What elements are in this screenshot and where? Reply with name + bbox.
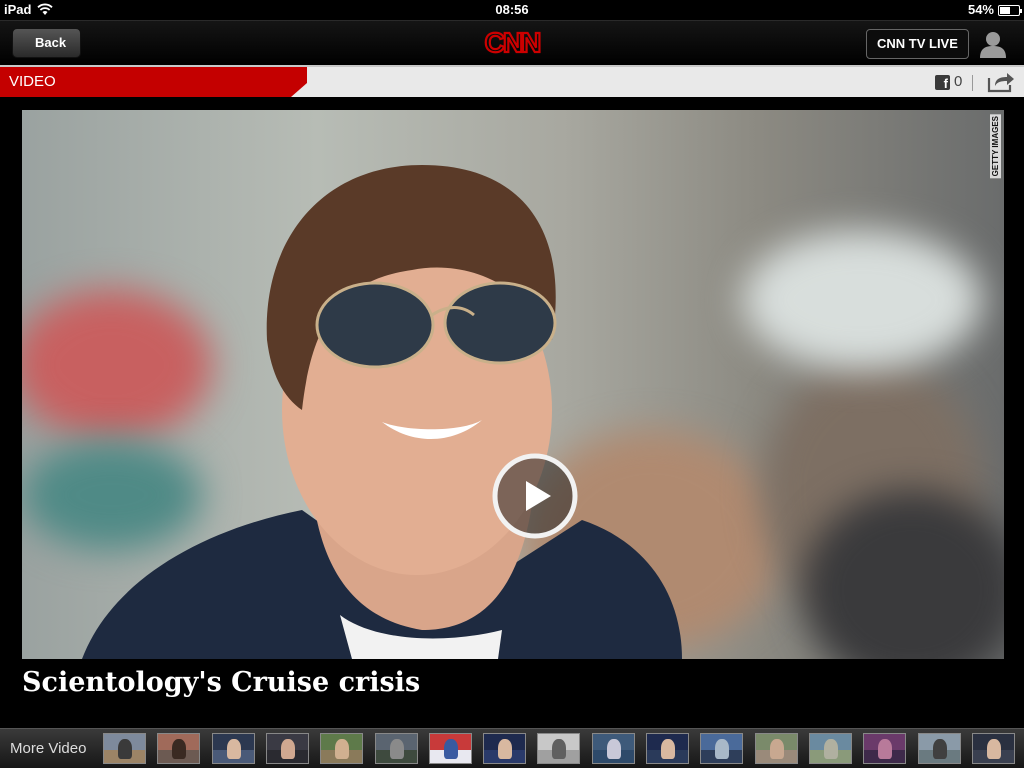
thumbnail-image-part: [986, 739, 1001, 759]
thumbnail-image-part: [118, 739, 132, 759]
thumbnail-image-part: [661, 739, 675, 759]
video-thumbnail-figure: [82, 165, 682, 659]
video-thumbnail[interactable]: [591, 733, 635, 764]
video-thumbnail[interactable]: [754, 733, 798, 764]
thumbnail-image-part: [389, 739, 404, 759]
thumbnail-image-part: [172, 739, 187, 759]
play-icon[interactable]: [491, 452, 579, 540]
section-bar: VIDEO f 0: [0, 65, 1024, 97]
thumbnail-image-part: [226, 739, 241, 759]
thumbnail-image-part: [715, 739, 730, 759]
video-thumbnail[interactable]: [320, 733, 364, 764]
video-thumbnail[interactable]: [157, 733, 201, 764]
battery-icon: [998, 5, 1022, 16]
more-video-label: More Video: [10, 740, 87, 757]
photo-credit: GETTY IMAGES: [990, 114, 1001, 179]
back-button[interactable]: Back: [12, 28, 82, 58]
user-profile-icon[interactable]: [978, 29, 1008, 59]
thumbnail-image-part: [498, 739, 513, 759]
video-thumbnail[interactable]: [211, 733, 255, 764]
thumbnail-image-part: [606, 739, 621, 759]
section-video-tab[interactable]: VIDEO: [0, 67, 307, 97]
thumbnail-image-part: [335, 739, 350, 759]
video-thumbnail[interactable]: [103, 733, 146, 764]
share-icon[interactable]: [986, 71, 1016, 93]
thumbnail-image-part: [878, 739, 893, 759]
thumbnail-image-part: [769, 739, 784, 759]
thumbnail-image-part: [932, 739, 947, 759]
thumbnail-image-part: [443, 739, 458, 759]
video-thumbnail[interactable]: [374, 733, 418, 764]
svg-text:CNN: CNN: [485, 27, 540, 58]
cnn-tv-live-button[interactable]: CNN TV LIVE: [866, 29, 969, 59]
video-thumbnail[interactable]: [808, 733, 852, 764]
video-thumbnail[interactable]: [971, 733, 1015, 764]
video-thumbnail[interactable]: [700, 733, 744, 764]
video-thumbnail[interactable]: [917, 733, 961, 764]
battery-percent: 54%: [967, 2, 994, 17]
facebook-icon[interactable]: f: [935, 75, 950, 90]
cnn-logo[interactable]: CNN: [480, 27, 544, 59]
video-thumbnail[interactable]: [646, 733, 689, 764]
video-player[interactable]: GETTY IMAGES: [22, 110, 1004, 659]
thumbnail-image-part: [280, 739, 295, 759]
section-label: VIDEO: [9, 73, 56, 90]
thumbnail-image-part: [552, 739, 567, 759]
divider: [972, 75, 973, 91]
status-bar: iPad 08:56 54%: [0, 0, 1024, 20]
nav-bar: Back CNN CNN TV LIVE: [0, 20, 1024, 65]
video-title: Scientology's Cruise crisis: [22, 667, 421, 698]
video-thumbnail[interactable]: [483, 733, 527, 764]
video-thumbnail[interactable]: [863, 733, 907, 764]
video-thumbnail[interactable]: [537, 733, 581, 764]
more-video-filmstrip: More Video: [0, 728, 1024, 768]
status-time: 08:56: [495, 2, 529, 17]
video-thumbnail[interactable]: [428, 733, 472, 764]
thumbnail-image-part: [823, 739, 838, 759]
back-button-label: Back: [35, 35, 67, 50]
facebook-like-count: 0: [954, 73, 963, 90]
video-thumbnail[interactable]: [265, 733, 309, 764]
